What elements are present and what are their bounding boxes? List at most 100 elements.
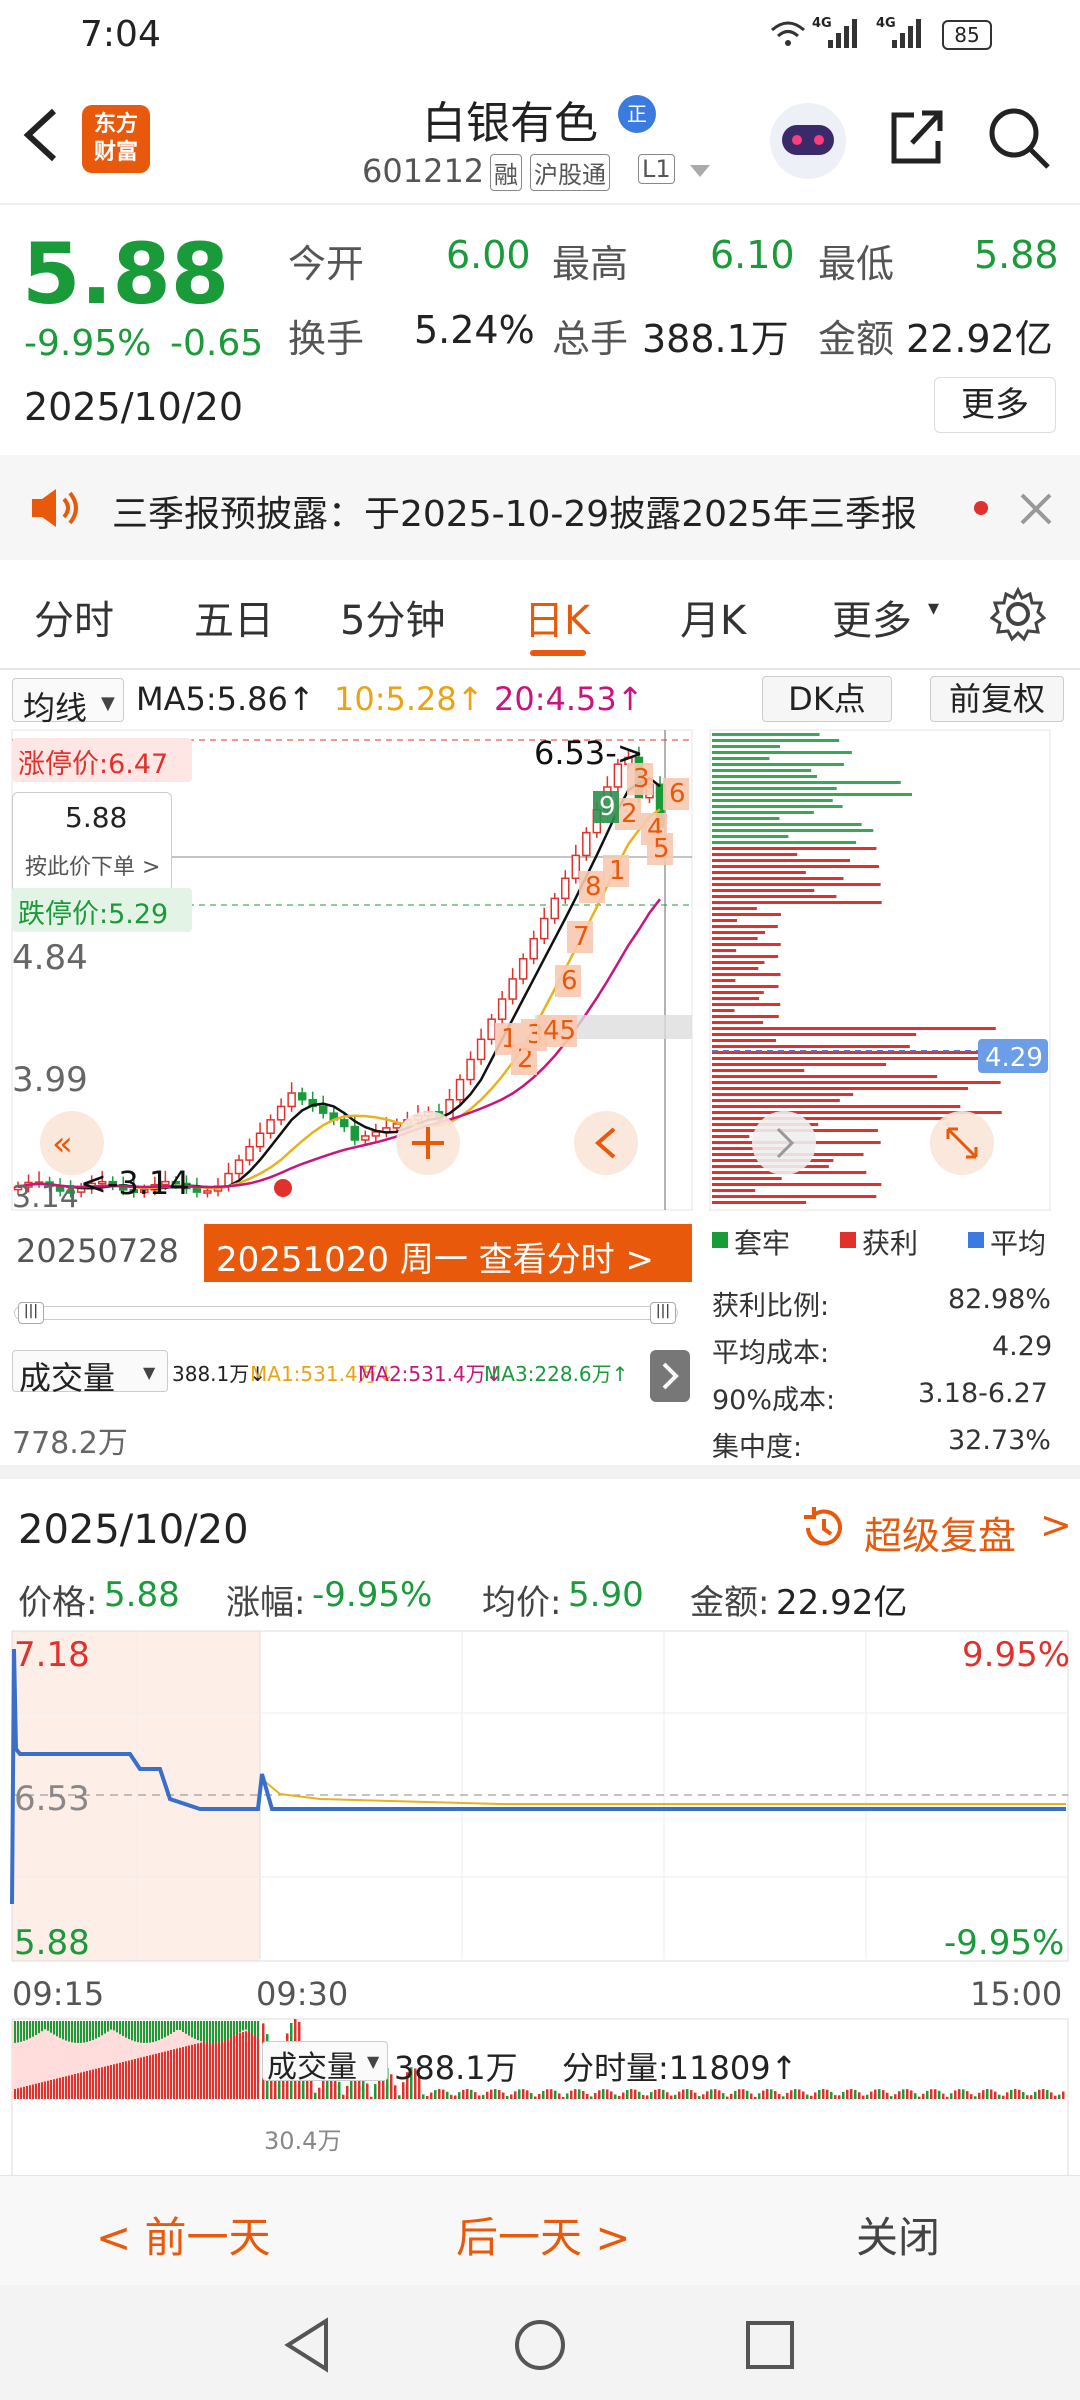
more-button[interactable]: 更多 xyxy=(934,377,1056,433)
range-scrollbar[interactable] xyxy=(14,1306,678,1320)
chip-bar xyxy=(712,781,901,784)
intraday-volume-bar xyxy=(854,2089,857,2099)
auction-volume-bar-sell xyxy=(86,2021,88,2042)
tab-five-day[interactable]: 五日 xyxy=(194,588,274,646)
close-notice-icon[interactable] xyxy=(1018,491,1054,527)
tab-daily-k[interactable]: 日K xyxy=(524,588,590,646)
intraday-volume-bar xyxy=(798,2089,801,2099)
super-review-link[interactable]: 超级复盘 xyxy=(864,1505,1016,1560)
auction-volume-bar-sell xyxy=(140,2021,142,2043)
intraday-volume-bar xyxy=(958,2089,961,2099)
auction-volume-bar-sell xyxy=(53,2021,55,2035)
auction-volume-bar xyxy=(68,2075,70,2099)
app-logo[interactable]: 东方 财富 xyxy=(82,105,150,173)
y-bot-label: 5.88 xyxy=(14,1923,90,1963)
close-button[interactable]: 关闭 xyxy=(856,2204,940,2265)
share-icon[interactable] xyxy=(884,105,948,169)
intraday-chart[interactable] xyxy=(0,1629,1080,2199)
intraday-volume-bar xyxy=(1038,2089,1041,2099)
pct-bot-label: -9.95% xyxy=(944,1923,1065,1963)
next-day-button[interactable]: 后一天 > xyxy=(456,2204,631,2265)
intraday-volume-bar xyxy=(1058,2094,1061,2099)
auction-volume-bar-sell xyxy=(185,2021,187,2034)
search-icon[interactable] xyxy=(986,105,1052,171)
intraday-volume-bar xyxy=(842,2091,845,2099)
intraday-volume-bar xyxy=(594,2092,597,2099)
dropdown-icon[interactable] xyxy=(688,163,712,179)
auction-volume-bar-sell xyxy=(41,2021,43,2032)
auction-volume-bar xyxy=(137,2058,139,2099)
tab-5min[interactable]: 5分钟 xyxy=(340,588,445,646)
intraday-volume-bar xyxy=(938,2090,941,2099)
tab-more[interactable]: 更多 xyxy=(832,588,912,646)
auction-volume-bar-sell xyxy=(80,2021,82,2043)
speaker-icon xyxy=(32,489,78,527)
intraday-volume-bar xyxy=(898,2091,901,2099)
dk-point-button[interactable]: DK点 xyxy=(762,676,892,722)
intraday-volume-bar xyxy=(658,2089,661,2099)
intraday-volume-bars xyxy=(12,2019,1065,2099)
intraday-volume-bar xyxy=(586,2093,589,2099)
auction-volume-bar xyxy=(80,2072,82,2099)
prev-day-button[interactable]: < 前一天 xyxy=(96,2204,271,2265)
tab-timeshare[interactable]: 分时 xyxy=(34,588,114,646)
intraday-volume-bar xyxy=(678,2091,681,2099)
intraday-volume-bar xyxy=(762,2090,765,2099)
settings-gear-icon[interactable] xyxy=(990,586,1046,642)
notice-bar[interactable]: 三季报预披露：于2025-10-29披露2025年三季报 xyxy=(0,455,1080,560)
intraday-volume-bar xyxy=(770,2089,773,2099)
order-price-value: 5.88 xyxy=(65,801,128,834)
kline-section: 均线 ▼ MA5:5.86↑ 10:5.28↑ 20:4.53↑ DK点 前复权… xyxy=(0,670,1080,1465)
chip-bar xyxy=(712,925,778,928)
chip-bar xyxy=(712,1015,779,1018)
intraday-volume-bar xyxy=(494,2089,497,2099)
auction-volume-bar xyxy=(53,2079,55,2099)
auction-volume-bar-sell xyxy=(209,2021,211,2043)
intraday-volume-bar xyxy=(694,2092,697,2099)
intraday-volume-bar xyxy=(1062,2091,1065,2099)
high-marker: 6.53-> xyxy=(534,734,644,772)
chip-bar xyxy=(712,1027,996,1030)
indicator-expand-icon[interactable] xyxy=(650,1350,690,1402)
tab-monthly-k[interactable]: 月K xyxy=(680,588,746,646)
order-price-box[interactable]: 5.88 按此价下单 > xyxy=(12,792,172,892)
range-handle-right[interactable]: ||| xyxy=(650,1302,676,1324)
auction-volume-bar xyxy=(257,2028,259,2099)
candle xyxy=(518,958,528,980)
intraday-volume-bar xyxy=(538,2093,541,2099)
chip-bar xyxy=(712,745,780,748)
assistant-avatar-icon[interactable] xyxy=(770,103,846,179)
intraday-volume-bar xyxy=(522,2089,525,2099)
intraday-volume-bar xyxy=(666,2092,669,2099)
unread-dot xyxy=(974,501,988,515)
super-review-arrow-icon[interactable]: > xyxy=(1040,1503,1072,1547)
range-handle-left[interactable]: ||| xyxy=(18,1302,44,1324)
intraday-volume-selector[interactable]: 成交量 ▼ xyxy=(262,2041,388,2085)
auction-volume-bar xyxy=(191,2044,193,2099)
back-icon[interactable] xyxy=(20,105,60,165)
auction-volume-bar xyxy=(92,2069,94,2099)
auction-volume-bar xyxy=(74,2074,76,2099)
chip-bar xyxy=(712,799,833,802)
auction-volume-bar xyxy=(83,2071,85,2099)
order-hint: 按此价下单 > xyxy=(25,855,161,880)
view-timeshare-banner[interactable]: 20251020 周一 查看分时 > xyxy=(204,1224,692,1282)
intraday-date: 2025/10/20 xyxy=(18,1507,249,1553)
auction-volume-bar xyxy=(206,2041,208,2099)
auction-volume-bar xyxy=(197,2043,199,2099)
auction-volume-bar-sell xyxy=(239,2021,241,2033)
adjust-mode-button[interactable]: 前复权 xyxy=(930,676,1064,722)
nav-home-icon[interactable] xyxy=(512,2317,568,2373)
cost90-value: 3.18-6.27 xyxy=(918,1378,1048,1409)
nav-back-icon[interactable] xyxy=(282,2317,332,2373)
period-tabs: 分时 五日 5分钟 日K 月K 更多 ▾ xyxy=(0,560,1080,670)
volume-indicator-selector[interactable]: 成交量 ▼ xyxy=(12,1350,168,1397)
chip-bar xyxy=(712,1033,917,1036)
intraday-volume-bar xyxy=(710,2089,713,2099)
nav-recents-icon[interactable] xyxy=(744,2319,796,2371)
bottom-action-bar: < 前一天 后一天 > 关闭 xyxy=(0,2175,1080,2285)
replay-clock-icon[interactable] xyxy=(798,1503,848,1553)
chip-bar xyxy=(712,1045,910,1048)
ma-selector[interactable]: 均线 ▼ xyxy=(12,678,124,727)
wifi-icon xyxy=(771,21,805,46)
